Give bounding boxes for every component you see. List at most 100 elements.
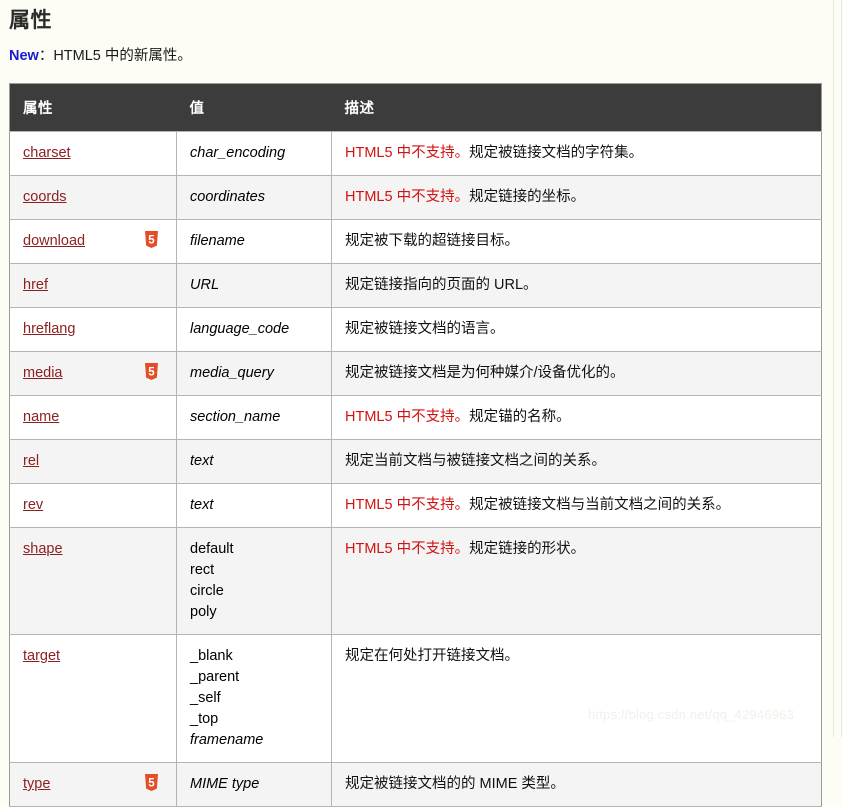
table-row: href URL 规定链接指向的页面的 URL。 <box>9 263 822 308</box>
value-option: URL <box>190 277 220 293</box>
attribute-cell: type 5 <box>9 762 177 807</box>
html5-badge-icon: 5 <box>144 363 159 380</box>
value-cell: char_encoding <box>176 131 332 176</box>
attribute-link[interactable]: media <box>23 363 63 384</box>
attributes-table: 属性 值 描述 charset char_encoding HTML5 中不支持。规… <box>9 83 822 807</box>
value-cell: MIME type <box>176 762 332 807</box>
attribute-cell: media 5 <box>9 351 177 396</box>
attribute-link[interactable]: type <box>23 774 50 795</box>
attribute-link[interactable]: href <box>23 275 48 296</box>
column-header-attribute: 属性 <box>9 83 177 132</box>
value-option: coordinates <box>190 189 265 205</box>
value-cell: media_query <box>176 351 332 396</box>
description-cell: HTML5 中不支持。规定被链接文档的字符集。 <box>331 131 822 176</box>
new-badge-label: New <box>9 48 39 64</box>
value-option: default <box>190 541 234 557</box>
attribute-link[interactable]: hreflang <box>23 319 75 340</box>
value-option: framename <box>190 732 264 748</box>
not-supported-note: HTML5 中不支持。 <box>345 541 470 557</box>
value-option: MIME type <box>190 776 260 792</box>
value-option: section_name <box>190 409 281 425</box>
attribute-cell: hreflang <box>9 307 177 352</box>
description-text: 规定被链接文档是为何种媒介/设备优化的。 <box>345 365 625 381</box>
description-cell: 规定被链接文档是为何种媒介/设备优化的。 <box>331 351 822 396</box>
attribute-link[interactable]: name <box>23 407 59 428</box>
attribute-cell: coords <box>9 175 177 220</box>
html5-badge-icon: 5 <box>144 231 159 248</box>
not-supported-note: HTML5 中不支持。 <box>345 497 470 513</box>
table-body: charset char_encoding HTML5 中不支持。规定被链接文档的字… <box>9 131 822 807</box>
attribute-link[interactable]: download <box>23 231 85 252</box>
attribute-link[interactable]: charset <box>23 143 71 164</box>
attribute-link[interactable]: coords <box>23 187 67 208</box>
value-cell: URL <box>176 263 332 308</box>
column-header-value: 值 <box>176 83 332 132</box>
not-supported-note: HTML5 中不支持。 <box>345 409 470 425</box>
value-option: poly <box>190 604 217 620</box>
attribute-cell: name <box>9 395 177 440</box>
value-cell: _blank _parent _self _top framename <box>176 634 332 763</box>
svg-text:5: 5 <box>148 367 155 379</box>
attribute-cell: shape <box>9 527 177 635</box>
value-cell: filename <box>176 219 332 264</box>
table-row: coords coordinates HTML5 中不支持。规定链接的坐标。 <box>9 175 822 220</box>
attribute-cell: target <box>9 634 177 763</box>
svg-text:5: 5 <box>148 778 155 790</box>
description-cell: HTML5 中不支持。规定链接的坐标。 <box>331 175 822 220</box>
table-row: media 5 media_query 规定被链接文档是为何种媒介/设备优化的。 <box>9 351 822 396</box>
value-option: rect <box>190 562 215 578</box>
value-cell: language_code <box>176 307 332 352</box>
description-text: 规定被下载的超链接目标。 <box>345 233 519 249</box>
new-attribute-note: New：HTML5 中的新属性。 <box>0 34 843 65</box>
description-text: 规定被链接文档的字符集。 <box>469 145 644 161</box>
description-text: 规定锚的名称。 <box>469 409 571 425</box>
attribute-link[interactable]: shape <box>23 539 63 560</box>
value-option: _parent <box>190 669 240 685</box>
attribute-cell: href <box>9 263 177 308</box>
page-title: 属性 <box>9 9 52 32</box>
value-cell: text <box>176 439 332 484</box>
attribute-link[interactable]: rev <box>23 495 43 516</box>
value-option: language_code <box>190 321 290 337</box>
table-row: rev text HTML5 中不支持。规定被链接文档与当前文档之间的关系。 <box>9 483 822 528</box>
value-cell: default rect circle poly <box>176 527 332 635</box>
page-edge-rule <box>833 0 834 737</box>
description-text: 规定被链接文档的的 MIME 类型。 <box>345 776 565 792</box>
not-supported-note: HTML5 中不支持。 <box>345 189 470 205</box>
value-option: _self <box>190 690 221 706</box>
description-cell: 规定链接指向的页面的 URL。 <box>331 263 822 308</box>
table-row: target _blank _parent _self _top framename 规定在… <box>9 634 822 763</box>
attribute-link[interactable]: rel <box>23 451 39 472</box>
table-row: hreflang language_code 规定被链接文档的语言。 <box>9 307 822 352</box>
value-cell: section_name <box>176 395 332 440</box>
attribute-cell: download 5 <box>9 219 177 264</box>
table-header: 属性 值 描述 <box>9 83 822 132</box>
table-row: shape default rect circle poly HTML5 中不支持。规定链… <box>9 527 822 635</box>
value-cell: text <box>176 483 332 528</box>
table-row: charset char_encoding HTML5 中不支持。规定被链接文档的字… <box>9 131 822 176</box>
page-edge-rule-outer <box>841 0 842 737</box>
value-option: filename <box>190 233 245 249</box>
description-text: 规定在何处打开链接文档。 <box>345 648 519 664</box>
table-header-row: 属性 值 描述 <box>9 83 822 132</box>
value-option: text <box>190 453 214 469</box>
value-option: char_encoding <box>190 145 286 161</box>
description-cell: HTML5 中不支持。规定被链接文档与当前文档之间的关系。 <box>331 483 822 528</box>
table-row: name section_name HTML5 中不支持。规定锚的名称。 <box>9 395 822 440</box>
value-option: text <box>190 497 214 513</box>
description-cell: 规定在何处打开链接文档。 <box>331 634 822 763</box>
column-header-description: 描述 <box>331 83 822 132</box>
attribute-cell: rel <box>9 439 177 484</box>
not-supported-note: HTML5 中不支持。 <box>345 145 470 161</box>
attribute-link[interactable]: target <box>23 646 60 667</box>
value-option: _blank <box>190 648 233 664</box>
document-page: 属性 New：HTML5 中的新属性。 属性 值 描述 charset char_… <box>0 0 843 807</box>
description-text: 规定链接指向的页面的 URL。 <box>345 277 538 293</box>
description-cell: 规定被链接文档的的 MIME 类型。 <box>331 762 822 807</box>
description-text: 规定被链接文档的语言。 <box>345 321 505 337</box>
description-cell: 规定被下载的超链接目标。 <box>331 219 822 264</box>
table-row: rel text 规定当前文档与被链接文档之间的关系。 <box>9 439 822 484</box>
table-row: download 5 filename 规定被下载的超链接目标。 <box>9 219 822 264</box>
description-text: 规定链接的形状。 <box>469 541 586 557</box>
attribute-cell: charset <box>9 131 177 176</box>
